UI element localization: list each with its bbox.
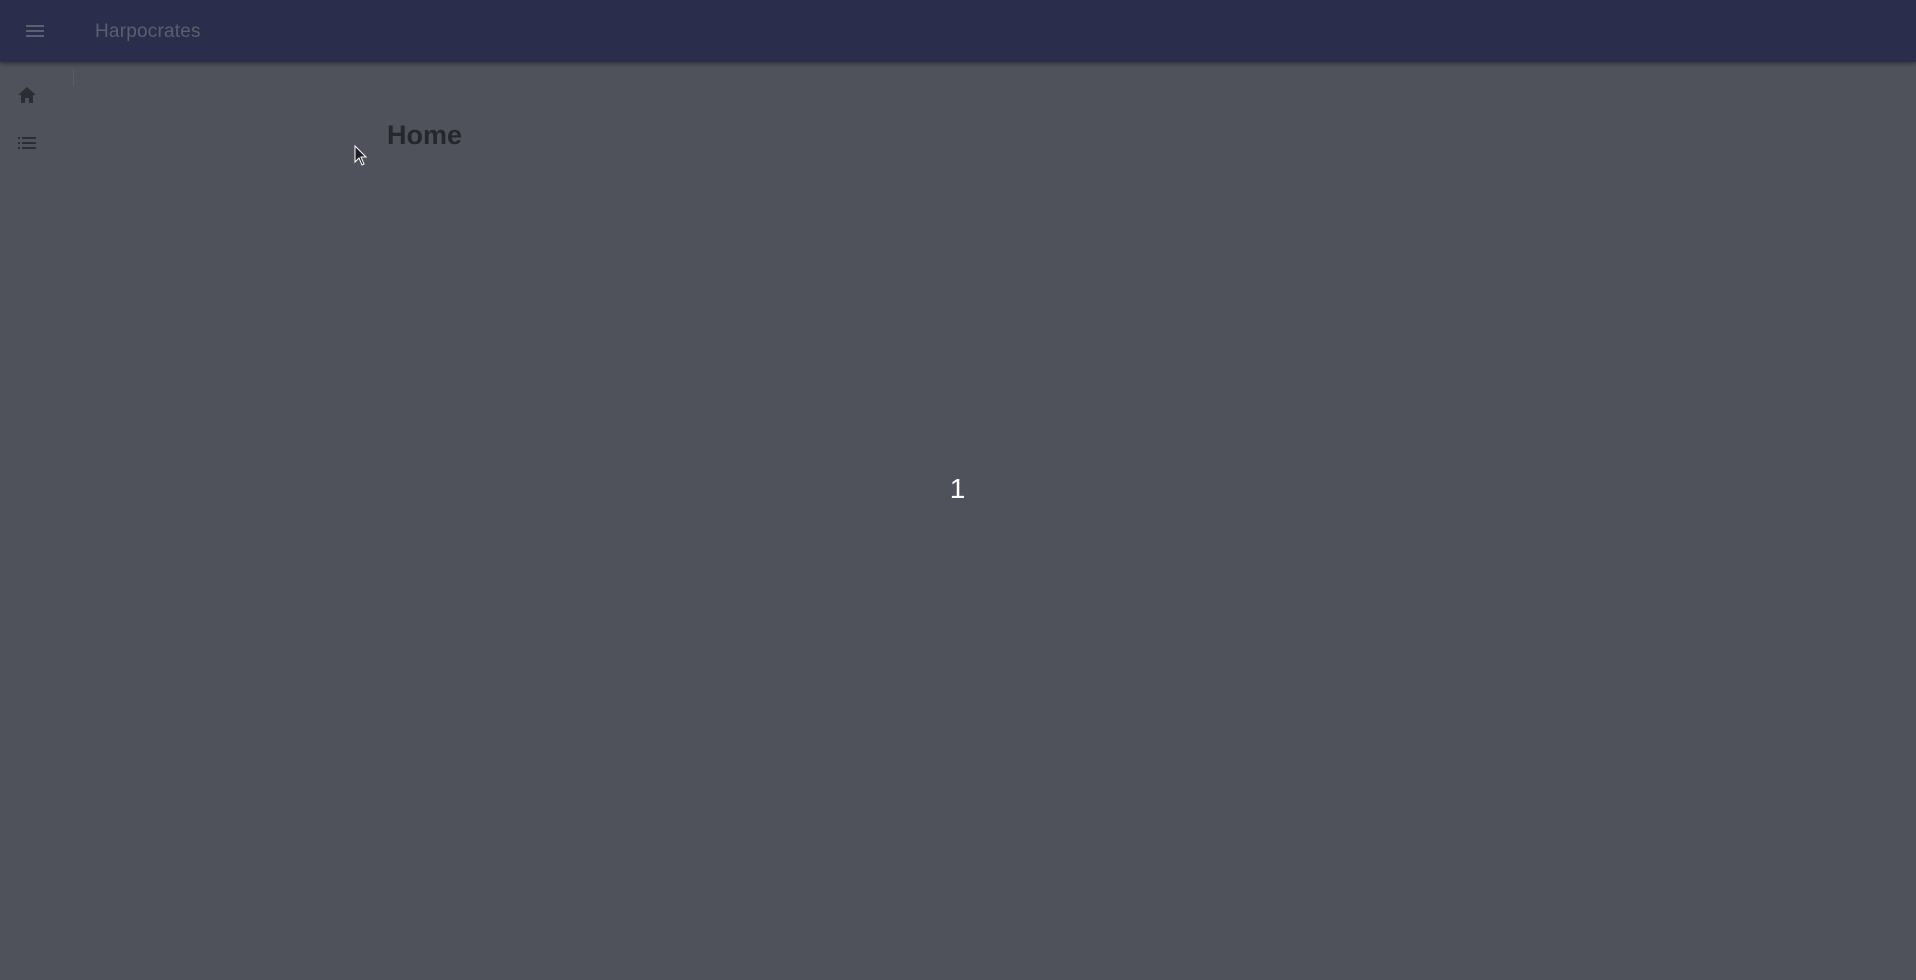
app-window: Harpocrates Home 1 — [0, 0, 1916, 980]
menu-button[interactable] — [15, 11, 55, 51]
sidebar-item-list[interactable] — [0, 121, 53, 165]
top-app-bar: Harpocrates — [0, 0, 1916, 62]
sidebar-item-home[interactable] — [0, 73, 53, 117]
page-title: Home — [387, 120, 463, 150]
rail-divider — [73, 68, 74, 86]
mouse-cursor-icon — [354, 145, 368, 166]
home-icon — [17, 87, 36, 103]
sidebar-nav — [0, 62, 53, 980]
app-title: Harpocrates — [95, 21, 201, 42]
center-value: 1 — [949, 473, 966, 504]
list-icon — [17, 137, 36, 149]
menu-icon — [26, 25, 44, 37]
